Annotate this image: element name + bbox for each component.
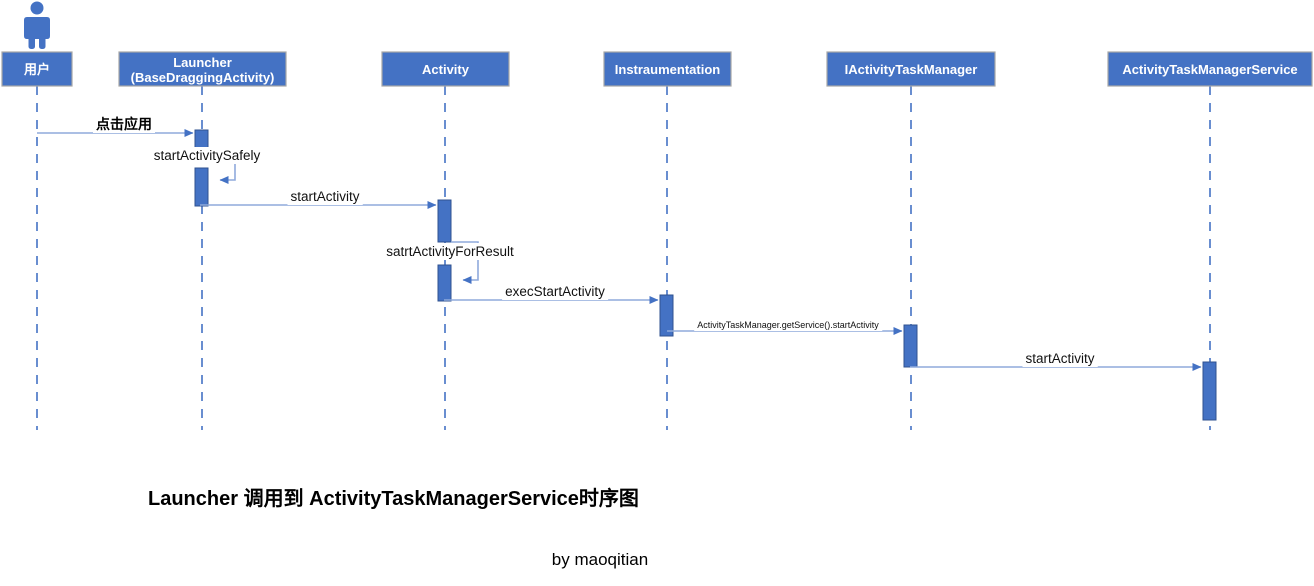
messages-group: 点击应用 startActivitySafely startActivity satr…	[37, 115, 1202, 371]
participant-headers-group: 用户 Launcher(BaseDraggingActivity) Activity…	[1, 51, 1313, 87]
participant-header-iatm[interactable]: IActivityTaskManager	[826, 51, 996, 87]
message-label-msg-1: 点击应用	[96, 116, 152, 132]
participant-label-activity: Activity	[422, 62, 470, 77]
activation-bars-group	[194, 129, 1217, 421]
message-msg-5: execStartActivity	[444, 283, 659, 304]
participant-label-atms: ActivityTaskManagerService	[1122, 62, 1297, 77]
participant-label-launcher: Launcher	[173, 55, 232, 70]
activation-bar-activity	[437, 199, 452, 243]
participant-label-instrumentation: Instraumentation	[615, 62, 721, 77]
participant-header-instrumentation[interactable]: Instraumentation	[603, 51, 732, 87]
activation-bar-atms	[1202, 361, 1217, 421]
message-msg-7: startActivity	[910, 350, 1202, 371]
activation-bar-launcher	[194, 167, 209, 207]
participant-label-launcher: (BaseDraggingActivity)	[131, 70, 275, 85]
diagram-caption-title: Launcher 调用到 ActivityTaskManagerService时…	[148, 486, 639, 510]
participant-header-launcher[interactable]: Launcher(BaseDraggingActivity)	[118, 51, 287, 87]
diagram-byline: by maoqitian	[552, 550, 648, 569]
message-label-msg-2: startActivitySafely	[154, 148, 261, 163]
participant-header-activity[interactable]: Activity	[381, 51, 510, 87]
activation-bar-activity	[437, 264, 452, 302]
message-label-msg-5: execStartActivity	[505, 284, 605, 299]
activation-bar-launcher	[194, 129, 209, 149]
sequence-diagram-root: 点击应用 startActivitySafely startActivity satr…	[0, 0, 1314, 586]
message-label-msg-6: ActivityTaskManager.getService().startAc…	[697, 320, 879, 330]
participant-label-user: 用户	[23, 62, 50, 77]
message-msg-6: ActivityTaskManager.getService().startAc…	[667, 319, 903, 335]
participant-header-user[interactable]: 用户	[1, 51, 73, 87]
person-icon	[24, 1, 50, 49]
message-label-msg-7: startActivity	[1025, 351, 1094, 366]
participant-label-iatm: IActivityTaskManager	[845, 62, 978, 77]
activation-bar-instrumentation	[659, 294, 674, 337]
message-msg-3: startActivity	[200, 188, 437, 209]
actor-figure-group	[24, 1, 50, 49]
sequence-diagram-canvas: 点击应用 startActivitySafely startActivity satr…	[1, 1, 1313, 569]
message-label-msg-4: satrtActivityForResult	[386, 244, 514, 259]
participant-header-atms[interactable]: ActivityTaskManagerService	[1107, 51, 1313, 87]
lifelines-group	[36, 86, 1211, 430]
message-label-msg-3: startActivity	[290, 189, 359, 204]
message-msg-1: 点击应用	[37, 115, 194, 137]
activation-bar-iatm	[903, 324, 918, 368]
